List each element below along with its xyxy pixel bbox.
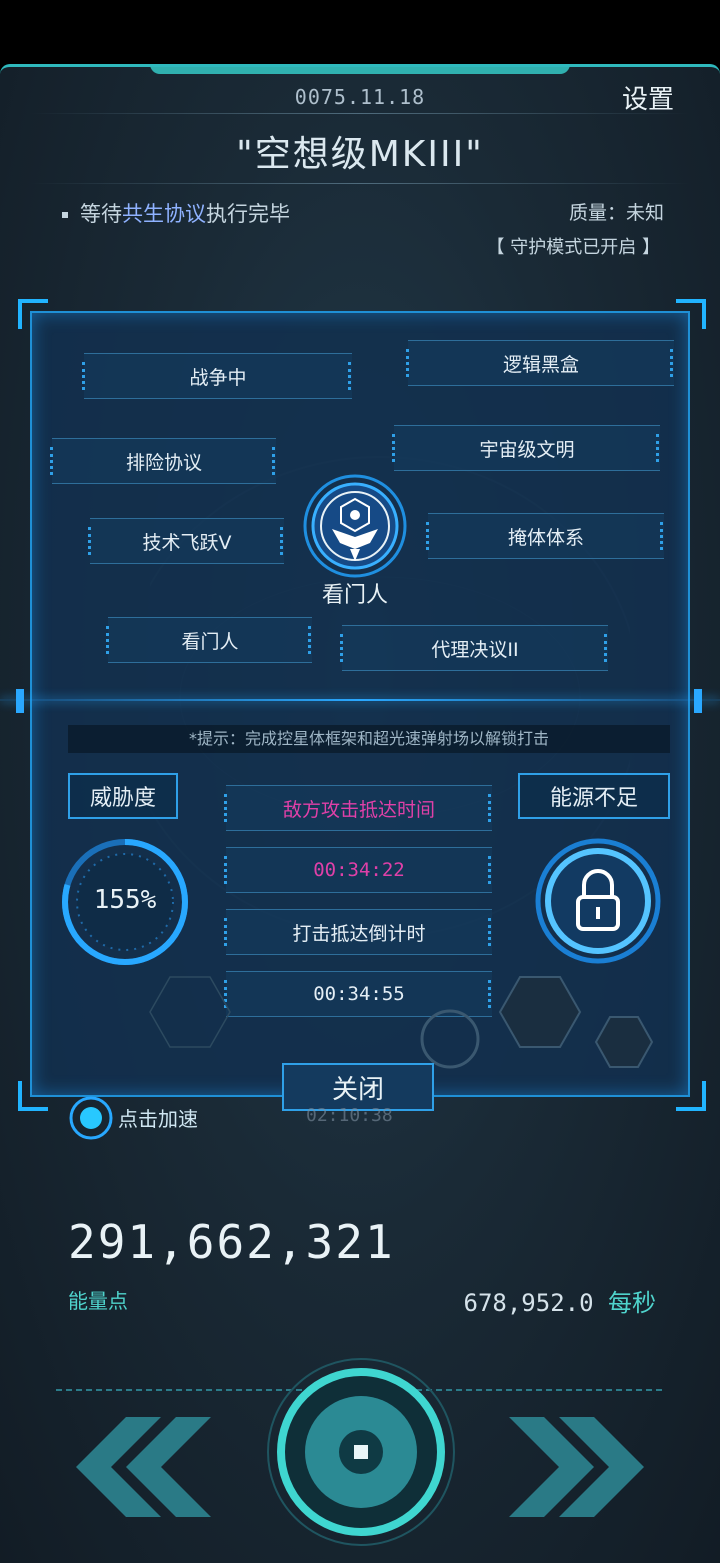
tech-item-logic-blackbox[interactable]: 逻辑黑盒	[406, 340, 674, 386]
status-prefix: 等待	[80, 202, 122, 226]
status-suffix: 执行完毕	[206, 202, 290, 226]
center-tech-label: 看门人	[321, 583, 388, 608]
corner-bracket	[18, 1081, 48, 1111]
tech-item-war[interactable]: 战争中	[82, 353, 352, 399]
divider-cap	[16, 689, 24, 713]
eagle-emblem-icon[interactable]	[300, 471, 410, 581]
status-line: 等待共生协议执行完毕	[62, 198, 290, 228]
accelerate-icon[interactable]	[68, 1095, 114, 1141]
divider-cap	[694, 689, 702, 713]
tech-item-proxy-resolution[interactable]: 代理决议II	[340, 625, 608, 671]
chevron-right-icon[interactable]	[504, 1407, 654, 1527]
tech-item-tech-leap[interactable]: 技术飞跃V	[88, 518, 284, 564]
energy-rate: 678,952.0 每秒	[464, 1283, 657, 1318]
chevron-left-icon[interactable]	[66, 1407, 216, 1527]
corner-bracket	[18, 299, 48, 329]
accelerate-timer: 02:10:38	[306, 1105, 393, 1126]
strike-countdown-label: 打击抵达倒计时	[224, 909, 492, 955]
bullet-icon	[62, 212, 68, 218]
quality-text: 质量：未知	[568, 202, 664, 224]
hex-background	[149, 976, 654, 1069]
tech-item-cosmic-civilization[interactable]: 宇宙级文明	[392, 425, 660, 471]
status-bar	[0, 0, 720, 64]
accelerate-label[interactable]: 点击加速	[118, 1103, 198, 1132]
guard-mode-text: 【 守护模式已开启 】	[486, 237, 660, 258]
tech-item-bunker-system[interactable]: 掩体体系	[426, 513, 664, 559]
threat-label: 威胁度	[68, 773, 178, 819]
rate-unit: 每秒	[608, 1289, 656, 1317]
main-screen: 0075.11.18 设置 "空想级MKIII" 等待共生协议执行完毕 质量：未…	[0, 64, 720, 1563]
panel-divider	[0, 699, 720, 701]
energy-points-label: 能量点	[68, 1289, 128, 1313]
settings-button[interactable]: 设置	[622, 79, 674, 116]
hint-text: *提示：完成控星体框架和超光速弹射场以解锁打击	[68, 725, 670, 753]
divider	[30, 183, 690, 184]
game-date: 0075.11.18	[294, 85, 426, 109]
enemy-arrival-label: 敌方攻击抵达时间	[224, 785, 492, 831]
corner-bracket	[676, 1081, 706, 1111]
tech-item-gatekeeper[interactable]: 看门人	[106, 617, 312, 663]
padlock-icon[interactable]	[534, 837, 662, 965]
close-button[interactable]: 关闭	[282, 1063, 434, 1111]
energy-insufficient-label: 能源不足	[518, 773, 670, 819]
status-highlight[interactable]: 共生协议	[122, 202, 206, 226]
corner-bracket	[676, 299, 706, 329]
energy-points-value: 291,662,321	[68, 1215, 395, 1269]
tech-item-risk-protocol[interactable]: 排险协议	[50, 438, 276, 484]
enemy-arrival-time: 00:34:22	[224, 847, 492, 893]
rate-value: 678,952.0	[463, 1289, 594, 1317]
threat-value: 155%	[93, 885, 157, 915]
center-button-icon[interactable]	[266, 1357, 456, 1547]
divider	[30, 113, 690, 114]
ship-title: "空想级MKIII"	[236, 134, 484, 175]
